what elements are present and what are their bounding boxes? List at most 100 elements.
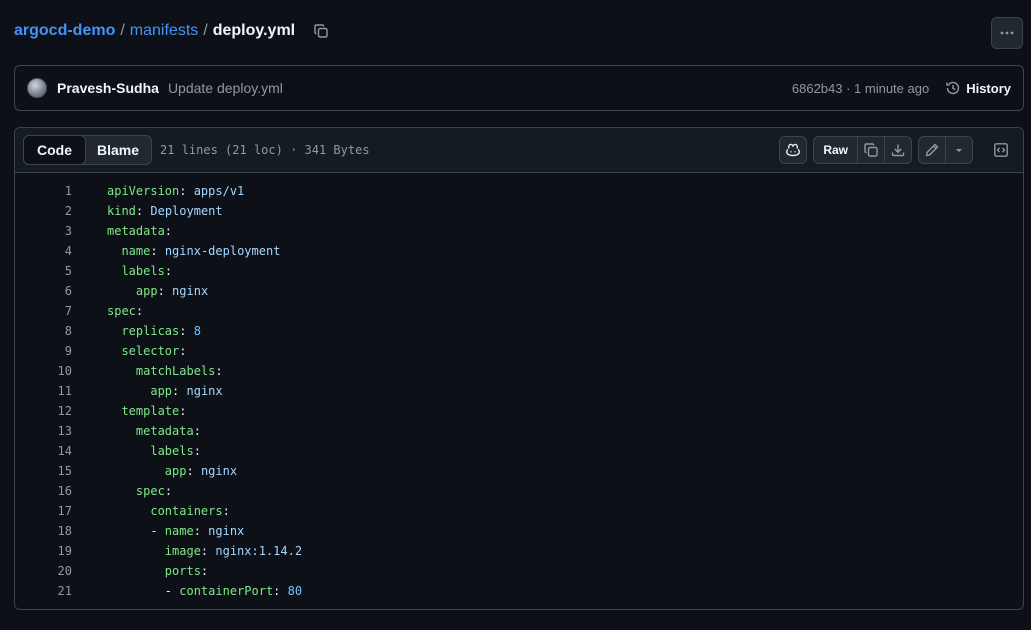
download-icon	[891, 144, 905, 157]
line-number[interactable]: 11	[15, 384, 72, 398]
breadcrumb-file-name: deploy.yml	[212, 22, 296, 39]
breadcrumb-repo-link[interactable]: argocd-demo	[14, 22, 115, 40]
yaml-key: template	[121, 404, 180, 418]
latest-commit-bar: Pravesh-Sudha Update deploy.yml 6862b43 …	[14, 65, 1024, 111]
download-raw-button[interactable]	[884, 136, 912, 164]
code-line: 2 kind: Deployment	[15, 201, 1023, 221]
line-content: ports:	[72, 564, 208, 578]
yaml-colon: :	[164, 224, 173, 238]
commit-message[interactable]: Update deploy.yml	[168, 80, 283, 96]
yaml-colon: :	[215, 364, 223, 378]
code-square-icon	[994, 143, 1008, 157]
yaml-value: nginx	[164, 284, 209, 298]
raw-button[interactable]: Raw	[813, 136, 858, 164]
line-number[interactable]: 19	[15, 544, 72, 558]
yaml-key: ports	[164, 564, 201, 578]
history-button[interactable]: History	[945, 80, 1011, 96]
yaml-key: name	[121, 244, 151, 258]
line-number[interactable]: 4	[15, 244, 72, 258]
yaml-colon: :	[164, 264, 173, 278]
breadcrumb-folder-link[interactable]: manifests	[130, 22, 198, 40]
code-line: 11 app: nginx	[15, 381, 1023, 401]
yaml-value: nginx	[193, 464, 238, 478]
avatar[interactable]	[27, 78, 47, 98]
breadcrumb: argocd-demo / manifests / deploy.yml	[14, 22, 330, 40]
code-line: 14 labels:	[15, 441, 1023, 461]
edit-menu-button[interactable]	[945, 136, 973, 164]
line-content: replicas: 8	[72, 324, 201, 338]
line-content: spec:	[72, 304, 143, 318]
commit-sha-time[interactable]: 6862b43 · 1 minute ago	[792, 81, 929, 96]
line-content: matchLabels:	[72, 364, 223, 378]
line-content: metadata:	[72, 224, 172, 238]
line-number[interactable]: 5	[15, 264, 72, 278]
line-number[interactable]: 9	[15, 344, 72, 358]
yaml-value: nginx	[179, 384, 223, 398]
line-number[interactable]: 1	[15, 184, 72, 198]
line-content: app: nginx	[72, 284, 208, 298]
yaml-key: containerPort	[179, 584, 274, 598]
line-indent: -	[107, 584, 180, 598]
line-number[interactable]: 6	[15, 284, 72, 298]
yaml-key: app	[135, 284, 158, 298]
copy-path-button[interactable]	[312, 22, 330, 40]
line-indent: -	[107, 524, 165, 538]
copilot-button[interactable]	[779, 136, 808, 164]
line-content: app: nginx	[72, 384, 223, 398]
copy-icon	[864, 143, 878, 157]
copy-raw-button[interactable]	[857, 136, 885, 164]
line-number[interactable]: 15	[15, 464, 72, 478]
line-content: apiVersion: apps/v1	[72, 184, 244, 198]
line-content: image: nginx:1.14.2	[72, 544, 302, 558]
tab-blame[interactable]: Blame	[85, 136, 151, 164]
line-content: - containerPort: 80	[72, 584, 302, 598]
line-number[interactable]: 18	[15, 524, 72, 538]
line-number[interactable]: 16	[15, 484, 72, 498]
line-content: name: nginx-deployment	[72, 244, 280, 258]
line-number[interactable]: 3	[15, 224, 72, 238]
code-line: 21 - containerPort: 80	[15, 581, 1023, 601]
yaml-colon: :	[157, 284, 165, 298]
symbols-panel-button[interactable]	[987, 136, 1015, 164]
line-number[interactable]: 2	[15, 204, 72, 218]
line-number[interactable]: 13	[15, 424, 72, 438]
line-number[interactable]: 14	[15, 444, 72, 458]
line-number[interactable]: 8	[15, 324, 72, 338]
yaml-key: labels	[121, 264, 165, 278]
file-header: Code Blame 21 lines (21 loc) · 341 Bytes…	[15, 128, 1023, 173]
yaml-colon: :	[193, 444, 201, 458]
line-number[interactable]: 17	[15, 504, 72, 518]
copilot-icon	[786, 143, 801, 157]
code-line: 7 spec:	[15, 301, 1023, 321]
code-line: 10 matchLabels:	[15, 361, 1023, 381]
code-line: 16 spec:	[15, 481, 1023, 501]
line-content: metadata:	[72, 424, 201, 438]
line-number[interactable]: 21	[15, 584, 72, 598]
edit-file-button[interactable]	[918, 136, 946, 164]
pencil-icon	[925, 143, 939, 157]
line-content: spec:	[72, 484, 172, 498]
line-number[interactable]: 10	[15, 364, 72, 378]
yaml-value: 8	[186, 324, 201, 338]
more-options-button[interactable]	[991, 17, 1023, 49]
edit-actions-group	[918, 136, 973, 164]
yaml-colon: :	[193, 424, 201, 438]
line-number[interactable]: 20	[15, 564, 72, 578]
yaml-key: image	[164, 544, 201, 558]
tab-code[interactable]: Code	[23, 135, 86, 165]
yaml-key: containers	[150, 504, 223, 518]
commit-author[interactable]: Pravesh-Sudha	[57, 80, 159, 96]
code-line: 18 - name: nginx	[15, 521, 1023, 541]
file-info: 21 lines (21 loc) · 341 Bytes	[160, 143, 370, 157]
yaml-value: Deployment	[143, 204, 223, 218]
line-number[interactable]: 12	[15, 404, 72, 418]
yaml-value: nginx-deployment	[157, 244, 281, 258]
file-viewer: Code Blame 21 lines (21 loc) · 341 Bytes…	[14, 127, 1024, 610]
line-number[interactable]: 7	[15, 304, 72, 318]
yaml-key: labels	[150, 444, 194, 458]
